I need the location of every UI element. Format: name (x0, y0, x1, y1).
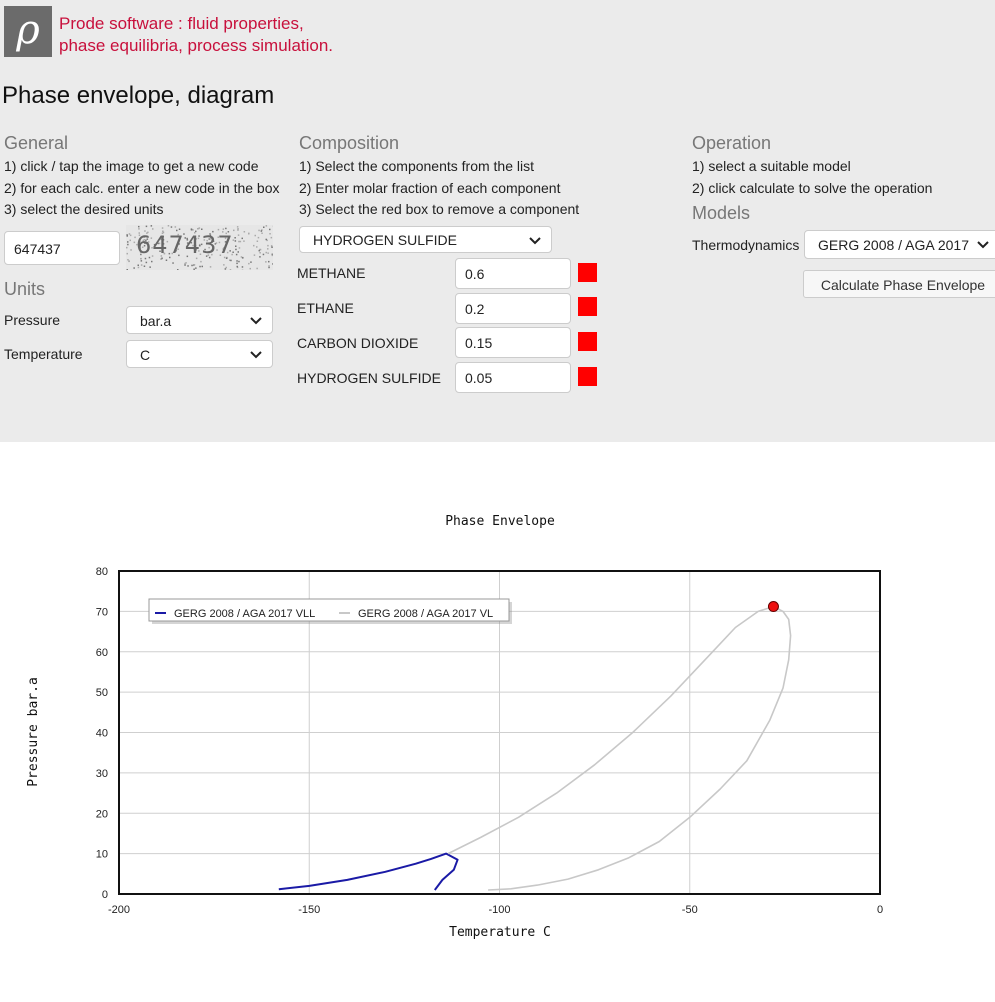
y-tick-label: 50 (96, 687, 108, 699)
remove-hydrogen-sulfide-button[interactable] (578, 367, 597, 386)
composition-step-3: 3) Select the red box to remove a compon… (299, 201, 580, 217)
captcha-image[interactable]: 647437 (126, 225, 273, 270)
operation-step-1: 1) select a suitable model (692, 158, 851, 174)
temperature-label: Temperature (4, 346, 83, 362)
component-select[interactable]: HYDROGEN SULFIDE (299, 226, 552, 253)
thermodynamics-label: Thermodynamics (692, 237, 800, 253)
phase-envelope-chart: Phase Envelope 0 10 20 30 40 50 60 70 80 -200 -15… (26, 514, 883, 940)
critical-point-marker (767, 601, 779, 613)
x-tick-label: -200 (108, 904, 130, 916)
operation-heading: Operation (692, 133, 772, 153)
y-tick-label: 70 (96, 606, 108, 618)
remove-carbon-dioxide-button[interactable] (578, 332, 597, 351)
composition-heading: Composition (299, 133, 400, 153)
legend-label-vll: GERG 2008 / AGA 2017 VLL (174, 608, 315, 620)
chevron-down-icon (250, 341, 262, 379)
calculate-phase-envelope-button[interactable]: Calculate Phase Envelope (803, 270, 995, 298)
x-tick-label: 0 (877, 904, 883, 916)
y-axis-ticks: 0 10 20 30 40 50 60 70 80 (96, 566, 108, 901)
code-input[interactable]: 647437 (4, 231, 120, 265)
general-step-3: 3) select the desired units (4, 201, 164, 217)
y-tick-label: 0 (102, 889, 108, 901)
y-tick-label: 60 (96, 647, 108, 659)
x-tick-label: -50 (682, 904, 698, 916)
fraction-input-hydrogen-sulfide[interactable]: 0.05 (455, 362, 571, 393)
fraction-input-ethane[interactable]: 0.2 (455, 293, 571, 324)
page-title: Phase envelope, diagram (2, 82, 275, 109)
input-panel: ρ Prode software : fluid properties, pha… (0, 0, 995, 442)
brand-line-1: Prode software : fluid properties, (59, 14, 304, 33)
composition-step-1: 1) Select the components from the list (299, 158, 534, 174)
y-tick-label: 40 (96, 728, 108, 740)
pressure-unit-select[interactable]: bar.a (126, 306, 273, 334)
y-tick-label: 10 (96, 849, 108, 861)
general-step-1: 1) click / tap the image to get a new co… (4, 158, 259, 174)
y-tick-label: 80 (96, 566, 108, 578)
chart-series (278, 601, 792, 891)
chart-title: Phase Envelope (445, 514, 555, 529)
composition-step-2: 2) Enter molar fraction of each componen… (299, 179, 561, 196)
general-step-2: 2) for each calc. enter a new code in th… (4, 179, 280, 196)
operation-step-2: 2) click calculate to solve the operatio… (692, 179, 933, 196)
pressure-label: Pressure (4, 312, 61, 328)
captcha-text: 647437 (136, 231, 234, 259)
component-name-hydrogen-sulfide: HYDROGEN SULFIDE (297, 370, 441, 386)
remove-ethane-button[interactable] (578, 297, 597, 316)
temperature-unit-value: C (140, 347, 151, 363)
operation-section: Operation 1) select a suitable model 2) … (692, 133, 932, 224)
x-tick-label: -150 (298, 904, 320, 916)
series-line-vll (278, 852, 459, 891)
x-axis-label: Temperature C (449, 925, 551, 940)
component-name-methane: METHANE (297, 265, 366, 281)
component-select-value: HYDROGEN SULFIDE (313, 232, 457, 248)
thermodynamics-select[interactable]: GERG 2008 / AGA 2017 (804, 230, 995, 259)
x-tick-label: -100 (488, 904, 510, 916)
y-tick-label: 20 (96, 808, 108, 820)
fraction-input-methane[interactable]: 0.6 (455, 258, 571, 289)
temperature-unit-select[interactable]: C (126, 340, 273, 368)
brand-text: Prode software : fluid properties, phase… (59, 13, 333, 57)
component-name-ethane: ETHANE (297, 300, 354, 316)
y-axis-label: Pressure bar.a (26, 677, 41, 787)
general-heading: General (4, 133, 69, 153)
thermodynamics-value: GERG 2008 / AGA 2017 (818, 237, 969, 253)
general-section: General 1) click / tap the image to get … (4, 133, 280, 221)
fraction-input-carbon-dioxide[interactable]: 0.15 (455, 327, 571, 358)
chevron-down-icon (977, 231, 989, 271)
component-name-carbon-dioxide: CARBON DIOXIDE (297, 335, 419, 351)
prode-logo: ρ (4, 6, 52, 57)
x-axis-ticks: -200 -150 -100 -50 0 (108, 904, 883, 916)
remove-methane-button[interactable] (578, 263, 597, 282)
units-heading: Units (4, 279, 46, 299)
models-heading: Models (692, 203, 751, 223)
chart-legend: GERG 2008 / AGA 2017 VLL GERG 2008 / AGA… (148, 598, 512, 624)
composition-section: Composition 1) Select the components fro… (299, 133, 579, 221)
pressure-unit-value: bar.a (140, 313, 172, 329)
legend-label-vl: GERG 2008 / AGA 2017 VL (358, 608, 493, 620)
brand-line-2: phase equilibria, process simulation. (59, 36, 334, 55)
y-tick-label: 30 (96, 768, 108, 780)
